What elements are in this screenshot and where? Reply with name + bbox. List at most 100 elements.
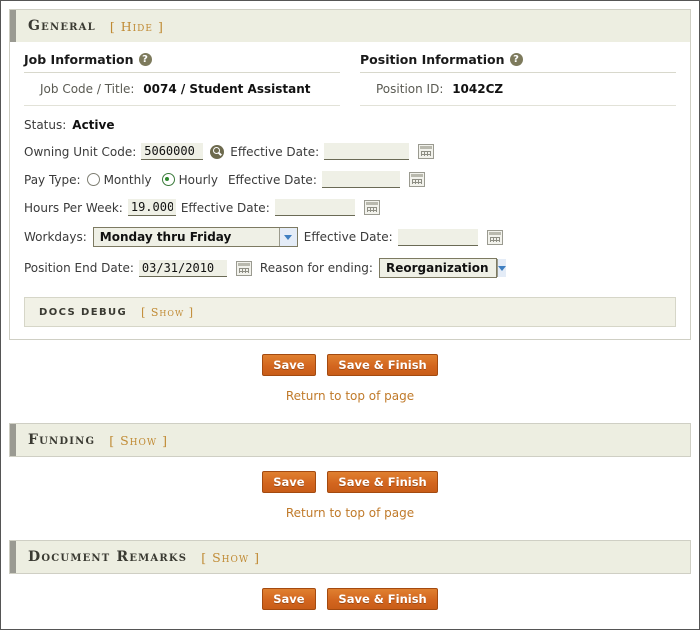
- pay-type-row: Pay Type: Monthly Hourly Effective Date:: [24, 171, 676, 188]
- position-end-date-label: Position End Date:: [24, 261, 134, 275]
- hours-per-week-label: Hours Per Week:: [24, 200, 123, 215]
- save-button[interactable]: Save: [262, 471, 316, 493]
- section-funding-title: Funding: [28, 432, 96, 448]
- position-information-heading-label: Position Information: [360, 52, 505, 67]
- bracket-open: [: [109, 432, 116, 448]
- workdays-effective-date-label: Effective Date:: [303, 230, 393, 244]
- pay-type-effective-date-label: Effective Date:: [227, 172, 317, 187]
- calendar-icon[interactable]: [408, 172, 425, 187]
- page-frame: General [ Hide ] Job Information ? Job C…: [0, 0, 700, 630]
- pay-type-monthly-label: Monthly: [103, 172, 152, 187]
- owning-unit-input[interactable]: [141, 143, 204, 160]
- job-code-title-label: Job Code / Title:: [40, 82, 135, 96]
- save-button[interactable]: Save: [262, 588, 316, 610]
- pay-type-monthly-option[interactable]: Monthly: [86, 172, 152, 187]
- status-value: Active: [72, 118, 115, 132]
- section-document-remarks-toggle-label: Show: [212, 549, 250, 565]
- position-information-heading: Position Information ?: [360, 52, 676, 73]
- workdays-select[interactable]: Monday thru Friday: [92, 227, 298, 247]
- section-docs-debug-toggle-label: Show: [150, 305, 185, 319]
- pay-type-effective-date-input[interactable]: [321, 171, 400, 188]
- position-id-row: Position ID: 1042CZ: [360, 73, 676, 106]
- position-end-date-input[interactable]: [138, 259, 227, 277]
- calendar-icon[interactable]: [486, 229, 503, 245]
- section-document-remarks-title: Document Remarks: [28, 549, 188, 565]
- hours-effective-date-label: Effective Date:: [180, 200, 270, 215]
- bracket-open: [: [201, 549, 208, 565]
- pay-type-monthly-radio[interactable]: [86, 173, 100, 186]
- workdays-selected-value: Monday thru Friday: [99, 230, 232, 244]
- job-information-column: Job Information ? Job Code / Title: 0074…: [10, 52, 350, 106]
- pay-type-hourly-radio[interactable]: [161, 173, 175, 186]
- bracket-close: ]: [188, 305, 194, 319]
- reason-for-ending-select[interactable]: Reorganization: [378, 258, 506, 278]
- bracket-close: ]: [162, 432, 169, 448]
- document-remarks-actions: Save Save & Finish: [1, 574, 699, 612]
- job-information-heading-label: Job Information: [24, 52, 134, 67]
- chevron-down-icon[interactable]: [278, 228, 297, 246]
- job-code-title-value: 0074 / Student Assistant: [143, 82, 311, 96]
- owning-unit-label: Owning Unit Code:: [24, 144, 137, 159]
- section-general-toggle-label: Hide: [120, 18, 153, 34]
- section-general-header: General [ Hide ]: [10, 10, 690, 42]
- job-code-title-row: Job Code / Title: 0074 / Student Assista…: [24, 73, 340, 106]
- save-and-finish-button[interactable]: Save & Finish: [327, 588, 438, 610]
- position-information-column: Position Information ? Position ID: 1042…: [350, 52, 690, 106]
- section-funding: Funding [ Show ]: [9, 423, 691, 457]
- section-general: General [ Hide ] Job Information ? Job C…: [9, 9, 691, 340]
- return-to-top-link[interactable]: Return to top of page: [1, 493, 699, 520]
- bracket-close: ]: [254, 549, 260, 565]
- calendar-icon[interactable]: [235, 260, 252, 276]
- hours-per-week-input[interactable]: [127, 199, 176, 216]
- section-funding-header: Funding [ Show ]: [10, 424, 690, 456]
- section-general-title: General: [28, 18, 96, 34]
- pay-type-label: Pay Type:: [24, 172, 81, 187]
- section-document-remarks-toggle[interactable]: [ Show ]: [201, 550, 260, 565]
- owning-unit-row: Owning Unit Code: Effective Date:: [24, 143, 676, 160]
- position-id-value: 1042CZ: [452, 82, 504, 96]
- hours-per-week-row: Hours Per Week: Effective Date:: [24, 199, 676, 216]
- section-funding-toggle-label: Show: [120, 432, 158, 448]
- general-actions: Save Save & Finish Return to top of page: [1, 340, 699, 405]
- bracket-open: [: [109, 18, 116, 34]
- calendar-icon[interactable]: [418, 144, 435, 159]
- save-and-finish-button[interactable]: Save & Finish: [327, 471, 438, 493]
- return-to-top-link[interactable]: Return to top of page: [1, 376, 699, 403]
- section-general-toggle[interactable]: [ Hide ]: [110, 19, 164, 34]
- workdays-effective-date-input[interactable]: [397, 228, 478, 246]
- section-docs-debug-toggle[interactable]: [ Show ]: [141, 306, 194, 319]
- save-button[interactable]: Save: [262, 354, 316, 376]
- chevron-down-icon[interactable]: [496, 259, 506, 277]
- section-document-remarks-header: Document Remarks [ Show ]: [10, 541, 690, 573]
- info-columns: Job Information ? Job Code / Title: 0074…: [10, 42, 690, 106]
- section-funding-toggle[interactable]: [ Show ]: [109, 433, 168, 448]
- position-id-label: Position ID:: [376, 82, 444, 96]
- general-form: Status: Active Owning Unit Code: Effecti…: [10, 106, 690, 293]
- workdays-row: Workdays: Monday thru Friday Effective D…: [24, 227, 676, 247]
- bracket-open: [: [141, 305, 147, 319]
- workdays-label: Workdays:: [24, 230, 87, 244]
- funding-actions: Save Save & Finish Return to top of page: [1, 457, 699, 522]
- bracket-close: ]: [157, 18, 164, 34]
- owning-unit-effective-date-label: Effective Date:: [230, 144, 320, 159]
- pay-type-hourly-option[interactable]: Hourly: [161, 172, 218, 187]
- status-row: Status: Active: [24, 118, 676, 132]
- help-question-icon[interactable]: ?: [509, 53, 523, 66]
- help-question-icon[interactable]: ?: [138, 53, 152, 66]
- owning-unit-effective-date-input[interactable]: [324, 143, 410, 160]
- magnifier-icon[interactable]: [210, 144, 225, 159]
- reason-for-ending-label: Reason for ending:: [259, 261, 373, 275]
- calendar-icon[interactable]: [363, 200, 380, 215]
- position-end-date-row: Position End Date: Reason for ending: Re…: [24, 258, 676, 278]
- section-docs-debug-title: DOCS DEBUG: [39, 306, 128, 318]
- job-information-heading: Job Information ?: [24, 52, 340, 73]
- section-general-body: Job Information ? Job Code / Title: 0074…: [10, 42, 690, 339]
- save-and-finish-button[interactable]: Save & Finish: [327, 354, 438, 376]
- section-docs-debug: DOCS DEBUG [ Show ]: [24, 297, 676, 327]
- hours-effective-date-input[interactable]: [274, 199, 355, 216]
- status-label: Status:: [24, 118, 67, 132]
- section-document-remarks: Document Remarks [ Show ]: [9, 540, 691, 574]
- pay-type-hourly-label: Hourly: [178, 172, 218, 187]
